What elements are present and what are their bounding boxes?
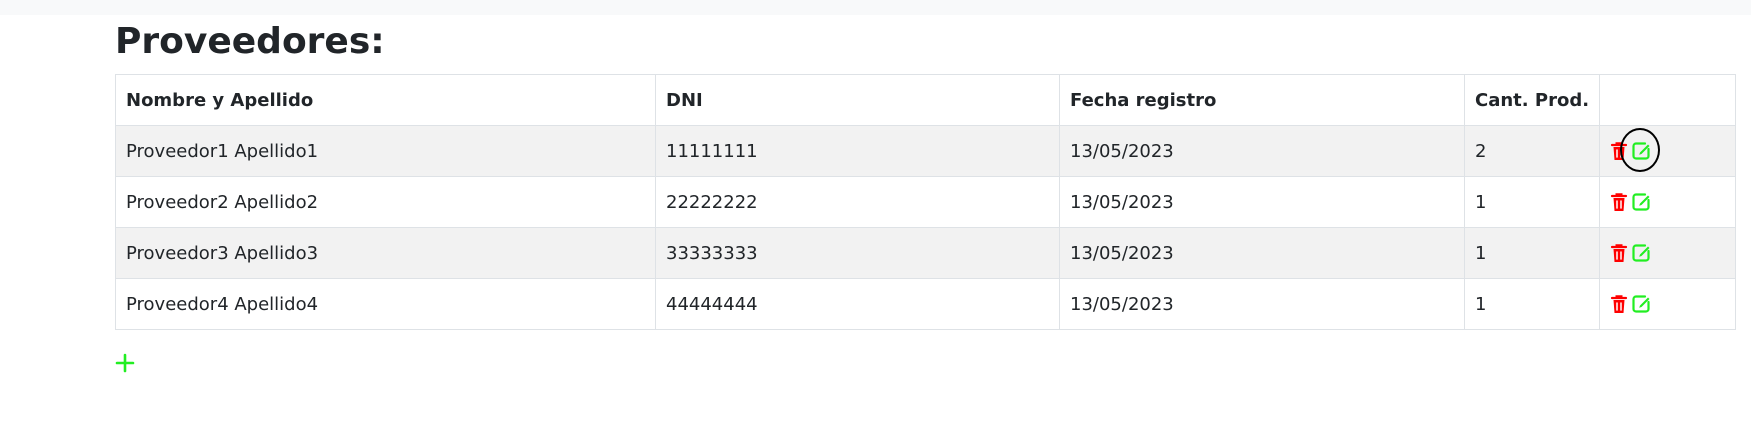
edit-icon [1632,295,1650,313]
trash-icon [1610,193,1628,211]
page-title: Proveedores: [115,21,385,62]
header-date: Fecha registro [1059,74,1465,126]
delete-button[interactable] [1608,293,1630,315]
edit-icon [1632,193,1650,211]
cell-actions [1599,278,1736,330]
header-qty: Cant. Prod. [1464,74,1600,126]
delete-button[interactable] [1608,242,1630,264]
edit-button[interactable] [1630,191,1652,213]
cell-name: Proveedor2 Apellido2 [115,176,656,228]
cell-qty: 1 [1464,227,1600,279]
cell-name: Proveedor1 Apellido1 [115,125,656,177]
trash-icon [1610,244,1628,262]
trash-icon [1610,295,1628,313]
edit-icon [1632,142,1650,160]
cell-dni: 22222222 [655,176,1060,228]
cell-dni: 33333333 [655,227,1060,279]
cell-name: Proveedor3 Apellido3 [115,227,656,279]
cell-date: 13/05/2023 [1059,227,1465,279]
top-bar [0,0,1751,15]
table-row: Proveedor4 Apellido4 44444444 13/05/2023 1 [115,278,1736,330]
edit-button-wrapper [1630,191,1652,213]
cell-qty: 1 [1464,278,1600,330]
header-dni: DNI [655,74,1060,126]
cell-date: 13/05/2023 [1059,176,1465,228]
cell-dni: 44444444 [655,278,1060,330]
edit-button[interactable] [1630,140,1652,162]
plus-icon [115,353,135,373]
edit-button[interactable] [1630,242,1652,264]
delete-button[interactable] [1608,140,1630,162]
edit-icon [1632,244,1650,262]
table-row: Proveedor1 Apellido1 11111111 13/05/2023 2 [115,125,1736,177]
edit-button-wrapper [1630,293,1652,315]
trash-icon [1610,142,1628,160]
add-provider-button[interactable] [114,352,136,374]
header-name: Nombre y Apellido [115,74,656,126]
cell-date: 13/05/2023 [1059,125,1465,177]
table-header-row: Nombre y Apellido DNI Fecha registro Can… [115,74,1736,126]
cell-dni: 11111111 [655,125,1060,177]
cell-date: 13/05/2023 [1059,278,1465,330]
delete-button[interactable] [1608,191,1630,213]
edit-button[interactable] [1630,293,1652,315]
cell-name: Proveedor4 Apellido4 [115,278,656,330]
edit-button-wrapper [1630,242,1652,264]
header-actions [1599,74,1736,126]
cell-qty: 2 [1464,125,1600,177]
edit-button-wrapper [1620,128,1660,172]
cell-actions [1599,176,1736,228]
table-row: Proveedor2 Apellido2 22222222 13/05/2023 1 [115,176,1736,228]
providers-table: Nombre y Apellido DNI Fecha registro Can… [115,74,1736,330]
cell-actions [1599,125,1736,177]
cell-qty: 1 [1464,176,1600,228]
table-row: Proveedor3 Apellido3 33333333 13/05/2023 1 [115,227,1736,279]
cell-actions [1599,227,1736,279]
